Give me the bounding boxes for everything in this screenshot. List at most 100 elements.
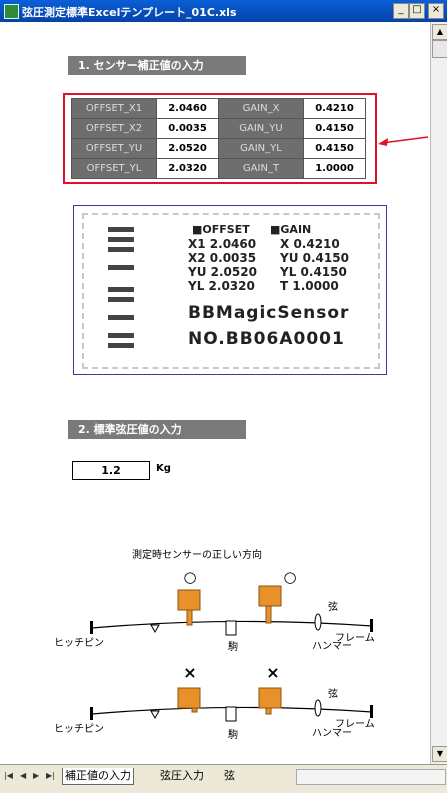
sticker-header-offset: ■OFFSET	[192, 223, 250, 236]
barcode-bar	[108, 287, 134, 292]
tab-string[interactable]: 弦	[222, 768, 237, 784]
sensor-label-image: ■OFFSET ■GAIN X1 2.0460 X 0.4210 X2 0.00…	[73, 205, 387, 375]
offset-label: OFFSET_X2	[71, 118, 157, 139]
sticker-row: T 1.0000	[280, 279, 339, 293]
offset-label: OFFSET_YL	[71, 158, 157, 179]
offset-value-cell[interactable]: 2.0520	[156, 138, 219, 159]
hammer-mark	[314, 699, 322, 717]
barcode-bar	[108, 343, 134, 348]
hitch-pin-label: ヒッチピン	[54, 723, 104, 735]
sensor-arm	[265, 707, 272, 715]
calibration-table: OFFSET_X1 2.0460 GAIN_X 0.4210 OFFSET_X2…	[71, 98, 366, 179]
next-sheet-icon[interactable]: ▶	[33, 771, 39, 780]
wrong-mark: ×	[266, 663, 279, 682]
sticker-row: YL 2.0320	[188, 279, 255, 293]
damper-mark	[150, 710, 160, 720]
section2-header: 2. 標準弦圧値の入力	[68, 420, 246, 439]
barcode-bar	[108, 237, 134, 242]
horizontal-scrollbar[interactable]	[296, 769, 446, 785]
last-sheet-icon[interactable]: ▶|	[46, 771, 55, 780]
hitch-pin-mark	[90, 707, 93, 720]
barcode-bar	[108, 265, 134, 270]
gain-value-cell[interactable]: 0.4150	[303, 118, 366, 139]
offset-value-cell[interactable]: 2.0320	[156, 158, 219, 179]
barcode-bar	[108, 227, 134, 232]
hammer-mark	[314, 613, 322, 631]
window-title-bar: 弦圧測定標準Excelテンプレート_01C.xls _ □ ×	[0, 0, 447, 22]
sensor-arm	[191, 707, 198, 713]
vertical-scrollbar[interactable]: ▲ ▼	[430, 22, 447, 764]
barcode-bar	[108, 333, 134, 338]
bridge-label: 駒	[228, 641, 238, 653]
sticker-row: YU 2.0520	[188, 265, 257, 279]
gain-label: GAIN_X	[218, 98, 304, 119]
sensor-arm	[265, 605, 272, 624]
gain-label: GAIN_YL	[218, 138, 304, 159]
sticker-row: X 0.4210	[280, 237, 340, 251]
frame-mark	[370, 705, 373, 718]
wrong-mark: ×	[183, 663, 196, 682]
scroll-up-icon[interactable]: ▲	[432, 24, 447, 40]
hitch-pin-label: ヒッチピン	[54, 637, 104, 649]
restore-button[interactable]: □	[409, 3, 425, 19]
first-sheet-icon[interactable]: |◀	[4, 771, 13, 780]
offset-label: OFFSET_X1	[71, 98, 157, 119]
gain-label: GAIN_YU	[218, 118, 304, 139]
string-label: 弦	[328, 687, 338, 700]
barcode-bar	[108, 297, 134, 302]
correct-mark: ○	[183, 568, 196, 586]
sensor-body	[177, 687, 201, 709]
sticker-row: YU 0.4150	[280, 251, 349, 265]
scroll-down-icon[interactable]: ▼	[432, 746, 447, 762]
sticker-row: X1 2.0460	[188, 237, 257, 251]
offset-value-cell[interactable]: 0.0035	[156, 118, 219, 139]
sticker-serial: NO.BB06A0001	[188, 329, 345, 349]
damper-mark	[150, 624, 160, 634]
tension-input[interactable]: 1.2	[72, 461, 150, 480]
correct-mark: ○	[283, 568, 296, 586]
minimize-button[interactable]: _	[393, 3, 409, 19]
gain-value-cell[interactable]: 1.0000	[303, 158, 366, 179]
tension-unit: Kg	[156, 463, 171, 474]
sensor-body	[258, 687, 282, 709]
gain-label: GAIN_T	[218, 158, 304, 179]
sticker-row: YL 0.4150	[280, 265, 347, 279]
bridge-mark	[225, 706, 237, 722]
excel-icon	[4, 4, 19, 19]
tab-calibration[interactable]: 補正値の入力	[62, 768, 134, 785]
table-row: OFFSET_X2 0.0035 GAIN_YU 0.4150	[71, 118, 366, 139]
bridge-mark	[225, 620, 237, 636]
calibration-input-frame: OFFSET_X1 2.0460 GAIN_X 0.4210 OFFSET_X2…	[63, 93, 377, 184]
barcode-bar	[108, 247, 134, 252]
table-row: OFFSET_YU 2.0520 GAIN_YL 0.4150	[71, 138, 366, 159]
bridge-label: 駒	[228, 729, 238, 741]
frame-mark	[370, 619, 373, 632]
pointer-arrow-icon	[378, 136, 429, 146]
hitch-pin-mark	[90, 621, 93, 634]
sticker-row: X2 0.0035	[188, 251, 257, 265]
gain-value-cell[interactable]: 0.4150	[303, 138, 366, 159]
string-label: 弦	[328, 600, 338, 613]
gain-value-cell[interactable]: 0.4210	[303, 98, 366, 119]
frame-label: フレーム	[335, 718, 375, 730]
table-row: OFFSET_YL 2.0320 GAIN_T 1.0000	[71, 158, 366, 179]
sticker-header-gain: ■GAIN	[270, 223, 312, 236]
tab-tension-input[interactable]: 弦圧入力	[158, 768, 206, 784]
window-title: 弦圧測定標準Excelテンプレート_01C.xls	[22, 6, 237, 19]
sensor-arm	[186, 609, 193, 626]
sensor-body	[258, 585, 282, 607]
sensor-orientation-diagram: ○ ○ 弦 ヒッチピン 駒 ハンマー フレーム × × 弦 ヒッチピン 駒 ハン…	[54, 568, 375, 741]
sheet-tab-bar: |◀ ◀ ▶ ▶| 補正値の入力 弦圧入力 弦	[0, 764, 447, 793]
frame-label: フレーム	[335, 632, 375, 644]
prev-sheet-icon[interactable]: ◀	[20, 771, 26, 780]
scroll-thumb[interactable]	[432, 40, 447, 58]
section1-header: 1. センサー補正値の入力	[68, 56, 246, 75]
offset-value-cell[interactable]: 2.0460	[156, 98, 219, 119]
worksheet-area: 1. センサー補正値の入力 OFFSET_X1 2.0460 GAIN_X 0.…	[0, 22, 430, 764]
sensor-body	[177, 589, 201, 611]
sticker-border: ■OFFSET ■GAIN X1 2.0460 X 0.4210 X2 0.00…	[82, 213, 380, 369]
barcode-bar	[108, 315, 134, 320]
sticker-brand: BBMagicSensor	[188, 303, 350, 323]
close-button[interactable]: ×	[428, 3, 444, 19]
table-row: OFFSET_X1 2.0460 GAIN_X 0.4210	[71, 98, 366, 119]
